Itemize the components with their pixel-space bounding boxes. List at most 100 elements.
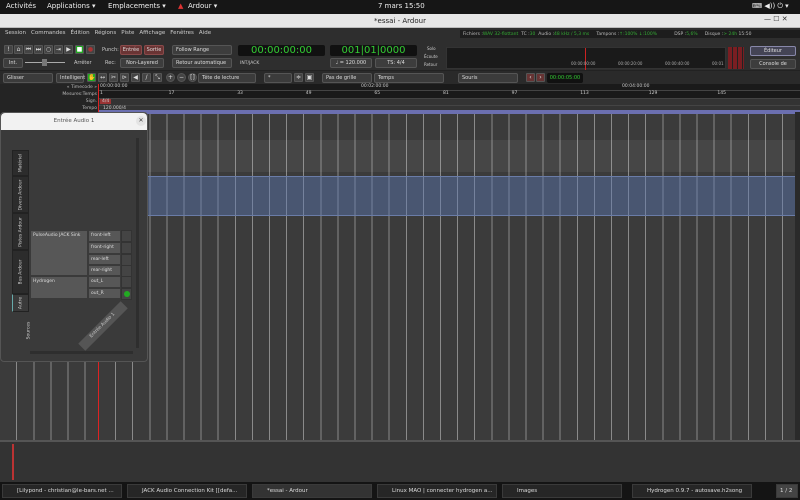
- system-icons[interactable]: ⌨ ◀)) ⏻ ▾: [752, 2, 789, 11]
- workspace-switcher[interactable]: 1 / 2: [776, 484, 798, 498]
- record-icon[interactable]: ●: [86, 45, 95, 54]
- task-images[interactable]: Images: [502, 484, 622, 498]
- editor-button[interactable]: Éditeur: [750, 46, 796, 56]
- meter-marker[interactable]: 4/4: [100, 99, 112, 104]
- save-visual-icon[interactable]: ▣: [305, 73, 314, 82]
- bar-mark: 97: [511, 91, 518, 96]
- task-firefox[interactable]: Linux MAO | connecter hydrogen a...: [377, 484, 497, 498]
- window-controls[interactable]: — ☐ ✕: [764, 15, 788, 23]
- play-range-icon[interactable]: ⇥: [54, 45, 63, 54]
- primary-clock[interactable]: 00:00:00:00: [238, 45, 325, 56]
- tab-hardware[interactable]: Matériel: [12, 150, 29, 176]
- nudge-clock[interactable]: 00:00:05:00: [547, 73, 583, 83]
- menu-commands[interactable]: Commandes: [31, 30, 66, 36]
- stop-icon[interactable]: ■: [75, 45, 84, 54]
- punch-out-button[interactable]: Sortie: [144, 45, 164, 55]
- punch-label: Punch:: [102, 47, 119, 53]
- app-menu[interactable]: Ardour ▾: [188, 2, 217, 10]
- ripple-select[interactable]: Intelligent: [56, 73, 85, 83]
- menu-windows[interactable]: Fenêtres: [170, 30, 194, 36]
- tempo-marker[interactable]: 120.000/4: [103, 106, 126, 111]
- bar-mark: 145: [717, 91, 726, 96]
- menu-track[interactable]: Piste: [121, 30, 134, 36]
- applications-menu[interactable]: Applications ▾: [47, 2, 96, 10]
- goto-end-icon[interactable]: ⏭: [34, 45, 43, 54]
- content-tool-icon[interactable]: ⤡: [153, 73, 162, 82]
- stretch-tool-icon[interactable]: ⊳: [120, 73, 129, 82]
- nudge-back-icon[interactable]: ‹: [526, 73, 535, 82]
- timecode-ruler[interactable]: 00:00:00:00 00:02:00:00 00:04:00:00: [99, 84, 800, 91]
- menu-view[interactable]: Affichage: [139, 30, 165, 36]
- lock-icon[interactable]: ⌂: [14, 45, 23, 54]
- task-ardour[interactable]: *essai - Ardour: [252, 484, 372, 498]
- menu-edit[interactable]: Édition: [71, 30, 90, 36]
- punch-in-button[interactable]: Entrée: [120, 45, 142, 55]
- grid-select[interactable]: Pas de grille: [322, 73, 372, 83]
- vertical-scrollbar[interactable]: [795, 112, 800, 440]
- menu-regions[interactable]: Régions: [95, 30, 117, 36]
- edit-point-select[interactable]: Tête de lecture: [198, 73, 256, 83]
- loop-icon[interactable]: ○: [44, 45, 53, 54]
- mouse-mode-select[interactable]: Souris: [458, 73, 518, 83]
- tab-ardour-misc[interactable]: Divers Ardour: [12, 176, 29, 213]
- summary-pane[interactable]: [0, 440, 800, 482]
- tab-ardour-busses[interactable]: Bus Ardour: [12, 250, 29, 294]
- tempo-button[interactable]: ♩ = 120.000: [330, 58, 372, 68]
- zoom-session-icon[interactable]: []: [188, 73, 197, 82]
- int-button[interactable]: Int.: [3, 58, 23, 68]
- shrink-tracks-icon[interactable]: ≑: [294, 73, 303, 82]
- range-tool-icon[interactable]: ↔: [98, 73, 107, 82]
- rec-mode-button[interactable]: Non-Layered: [120, 58, 164, 68]
- play-icon[interactable]: ▶: [64, 45, 73, 54]
- meter-button[interactable]: TS: 4/4: [375, 58, 417, 68]
- timecode-mark: 00:00:00:00: [100, 84, 128, 89]
- activities-button[interactable]: Activités: [6, 2, 36, 10]
- task-jack[interactable]: JACK Audio Connection Kit [[defa...: [127, 484, 247, 498]
- tab-other[interactable]: Autre: [12, 294, 29, 312]
- matrix-cell[interactable]: [121, 230, 132, 242]
- dialog-hscroll[interactable]: [30, 351, 133, 354]
- audition-tool-icon[interactable]: ◀: [131, 73, 140, 82]
- nudge-forward-icon[interactable]: ›: [536, 73, 545, 82]
- close-icon[interactable]: ✕: [136, 116, 146, 126]
- menu-session[interactable]: Session: [5, 30, 26, 36]
- places-menu[interactable]: Emplacements ▾: [108, 2, 166, 10]
- meter-ruler[interactable]: 4/4: [99, 99, 800, 106]
- tab-ardour-tracks[interactable]: Pistes Ardour: [12, 213, 29, 250]
- mini-timeline[interactable]: 00:00:00:00 00:00:20:00 00:00:40:00 00:0…: [446, 47, 726, 70]
- grid-type-select[interactable]: Temps: [374, 73, 444, 83]
- menu-help[interactable]: Aide: [199, 30, 211, 36]
- goto-start-icon[interactable]: ⏮: [24, 45, 33, 54]
- client-pulseaudio: PulseAudio JACK Sink: [30, 230, 88, 276]
- zoom-select[interactable]: *: [264, 73, 292, 83]
- task-hydrogen[interactable]: Hydrogen 0.9.7 - autosave.h2song: [632, 484, 752, 498]
- matrix-cell[interactable]: [121, 276, 132, 288]
- panic-icon[interactable]: !: [4, 45, 13, 54]
- matrix-cell-connected[interactable]: [121, 288, 132, 300]
- zoom-out-icon[interactable]: −: [177, 73, 186, 82]
- follow-range-button[interactable]: Follow Range: [172, 45, 232, 55]
- draw-tool-icon[interactable]: /: [142, 73, 151, 82]
- stop-label: Arrêter: [74, 60, 92, 66]
- edit-mode-select[interactable]: Glisser: [3, 73, 53, 83]
- task-lilypond[interactable]: [Lilypond - christian@le-bars.net ...: [2, 484, 122, 498]
- dialog-vscroll[interactable]: [136, 138, 139, 348]
- mixer-button[interactable]: Console de mixage: [750, 59, 796, 75]
- top-bar: Activités Applications ▾ Emplacements ▾ …: [0, 0, 800, 14]
- solo-indicator[interactable]: Solo: [427, 46, 436, 51]
- clock[interactable]: 7 mars 15:50: [378, 2, 425, 10]
- bar-mark: 129: [648, 91, 658, 96]
- rec-label: Rec:: [105, 60, 116, 66]
- listen-indicator[interactable]: Écoute: [424, 54, 438, 59]
- return-indicator[interactable]: Retour: [424, 62, 437, 67]
- cut-tool-icon[interactable]: ✂: [109, 73, 118, 82]
- client-hydrogen: Hydrogen: [30, 276, 88, 299]
- auto-return-button[interactable]: Retour automatique: [172, 58, 232, 68]
- tempo-ruler[interactable]: 120.000/4: [99, 106, 800, 114]
- bbt-ruler[interactable]: 1 17 33 49 65 81 97 113 129 145: [99, 91, 800, 99]
- grab-tool-icon[interactable]: ✋: [87, 73, 96, 82]
- matrix-cell[interactable]: [121, 242, 132, 254]
- secondary-clock[interactable]: 001|01|0000: [330, 45, 417, 56]
- zoom-in-icon[interactable]: +: [166, 73, 175, 82]
- shuttle-handle[interactable]: [42, 59, 47, 66]
